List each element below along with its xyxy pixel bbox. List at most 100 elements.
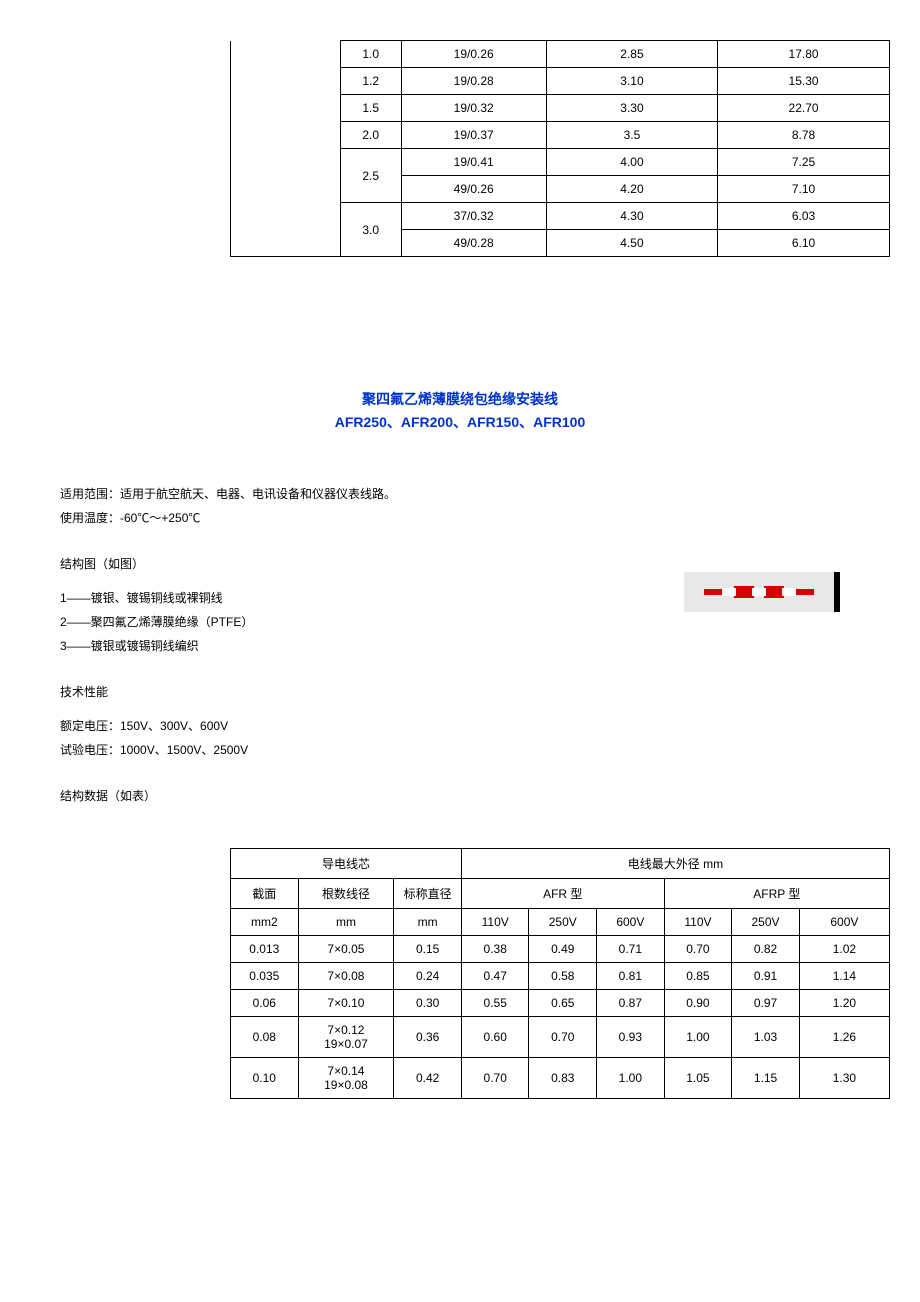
- afr-600v: 600V: [597, 909, 665, 936]
- table-cell: 2.85: [546, 41, 717, 68]
- cell-strand: 7×0.08: [298, 963, 394, 990]
- table-cell: 3.10: [546, 68, 717, 95]
- table-cell: 3.30: [546, 95, 717, 122]
- cell-a110: 0.38: [461, 936, 529, 963]
- cell-a110: 0.55: [461, 990, 529, 1017]
- cell-sec: 0.10: [231, 1058, 299, 1099]
- wire-cross-section-diagram: [684, 572, 840, 612]
- cell-p250: 0.91: [732, 963, 800, 990]
- hdr-strand: 根数线径: [298, 879, 394, 909]
- cell-p600: 1.20: [799, 990, 889, 1017]
- unit-mm2: mm2: [231, 909, 299, 936]
- cell-p600: 1.02: [799, 936, 889, 963]
- cell-nom: 0.15: [394, 936, 462, 963]
- table-cell: 19/0.37: [401, 122, 546, 149]
- cell-a600: 0.81: [597, 963, 665, 990]
- table-cell: 19/0.26: [401, 41, 546, 68]
- table-cell: 3.5: [546, 122, 717, 149]
- cell-sec: 0.06: [231, 990, 299, 1017]
- cell-p600: 1.14: [799, 963, 889, 990]
- afr-250v: 250V: [529, 909, 597, 936]
- cell-p250: 0.82: [732, 936, 800, 963]
- afrp-250v: 250V: [732, 909, 800, 936]
- afrp-110v: 110V: [664, 909, 732, 936]
- cell-a250: 0.83: [529, 1058, 597, 1099]
- cell-a600: 0.87: [597, 990, 665, 1017]
- table-cell: 4.20: [546, 176, 717, 203]
- cell-a250: 0.58: [529, 963, 597, 990]
- table-row: 0.06 7×0.10 0.30 0.55 0.65 0.87 0.90 0.9…: [231, 990, 890, 1017]
- cell-strand: 7×0.10: [298, 990, 394, 1017]
- table-cell: 2.0: [340, 122, 401, 149]
- cell-a250: 0.70: [529, 1017, 597, 1058]
- hdr-afrp: AFRP 型: [664, 879, 889, 909]
- afrp-600v: 600V: [799, 909, 889, 936]
- cell-p250: 1.15: [732, 1058, 800, 1099]
- hdr-outer: 电线最大外径 mm: [461, 849, 889, 879]
- table-cell: 8.78: [718, 122, 890, 149]
- cell-a250: 0.49: [529, 936, 597, 963]
- wire-diagram-icon: [704, 582, 814, 602]
- rated-voltage-text: 额定电压：150V、300V、600V: [60, 714, 890, 738]
- table-row: 0.08 7×0.12 19×0.07 0.36 0.60 0.70 0.93 …: [231, 1017, 890, 1058]
- cell-a250: 0.65: [529, 990, 597, 1017]
- table-cell: 19/0.41: [401, 149, 546, 176]
- table-row: 0.035 7×0.08 0.24 0.47 0.58 0.81 0.85 0.…: [231, 963, 890, 990]
- intro-block: 适用范围：适用于航空航天、电器、电讯设备和仪器仪表线路。 使用温度：-60℃～+…: [60, 482, 890, 530]
- cell-sec: 0.035: [231, 963, 299, 990]
- table-row: 0.013 7×0.05 0.15 0.38 0.49 0.71 0.70 0.…: [231, 936, 890, 963]
- scope-text: 适用范围：适用于航空航天、电器、电讯设备和仪器仪表线路。: [60, 482, 890, 506]
- cell-p110: 1.05: [664, 1058, 732, 1099]
- cell-sec: 0.013: [231, 936, 299, 963]
- cell-a110: 0.60: [461, 1017, 529, 1058]
- structure-block: 结构图（如图） 1——镀银、镀锡铜线或裸铜线 2——聚四氟乙烯薄膜绝缘（PTFE…: [60, 552, 890, 658]
- data-table-heading-block: 结构数据（如表）: [60, 784, 890, 808]
- structure-item-3: 3——镀银或镀锡铜线编织: [60, 634, 890, 658]
- cell-p600: 1.30: [799, 1058, 889, 1099]
- product-title-cn: 聚四氟乙烯薄膜绕包绝缘安装线: [30, 387, 890, 412]
- afr-110v: 110V: [461, 909, 529, 936]
- cell-nom: 0.30: [394, 990, 462, 1017]
- table-cell: 1.5: [340, 95, 401, 122]
- cell-p110: 1.00: [664, 1017, 732, 1058]
- table-cell: 15.30: [718, 68, 890, 95]
- cell-p250: 0.97: [732, 990, 800, 1017]
- top-spec-table: 1.0 19/0.26 2.85 17.80 1.2 19/0.28 3.10 …: [230, 40, 890, 257]
- cell-sec: 0.08: [231, 1017, 299, 1058]
- cell-a600: 0.71: [597, 936, 665, 963]
- product-title-models: AFR250、AFR200、AFR150、AFR100: [30, 412, 890, 432]
- cell-p110: 0.85: [664, 963, 732, 990]
- table-cell: 3.0: [340, 203, 401, 257]
- hdr-core: 导电线芯: [231, 849, 462, 879]
- structure-data-table: 导电线芯 电线最大外径 mm 截面 根数线径 标称直径 AFR 型 AFRP 型…: [230, 848, 890, 1099]
- cell-p600: 1.26: [799, 1017, 889, 1058]
- cell-a110: 0.70: [461, 1058, 529, 1099]
- cell-a600: 1.00: [597, 1058, 665, 1099]
- cell-p110: 0.70: [664, 936, 732, 963]
- hdr-nominal: 标称直径: [394, 879, 462, 909]
- table-cell: 4.00: [546, 149, 717, 176]
- tech-heading: 技术性能: [60, 680, 890, 704]
- table-cell: 7.10: [718, 176, 890, 203]
- table-cell: 19/0.28: [401, 68, 546, 95]
- cell-p110: 0.90: [664, 990, 732, 1017]
- data-table-heading: 结构数据（如表）: [60, 784, 890, 808]
- table-cell: 17.80: [718, 41, 890, 68]
- unit-mm-nom: mm: [394, 909, 462, 936]
- table-cell: 4.30: [546, 203, 717, 230]
- hdr-section: 截面: [231, 879, 299, 909]
- temperature-text: 使用温度：-60℃～+250℃: [60, 506, 890, 530]
- table-row: 0.10 7×0.14 19×0.08 0.42 0.70 0.83 1.00 …: [231, 1058, 890, 1099]
- cell-nom: 0.24: [394, 963, 462, 990]
- table-cell: 1.0: [340, 41, 401, 68]
- cell-p250: 1.03: [732, 1017, 800, 1058]
- table-cell: 19/0.32: [401, 95, 546, 122]
- product-title-block: 聚四氟乙烯薄膜绕包绝缘安装线 AFR250、AFR200、AFR150、AFR1…: [30, 387, 890, 432]
- table-cell: 22.70: [718, 95, 890, 122]
- cell-strand: 7×0.14 19×0.08: [298, 1058, 394, 1099]
- cell-nom: 0.36: [394, 1017, 462, 1058]
- hdr-afr: AFR 型: [461, 879, 664, 909]
- table-cell: 4.50: [546, 230, 717, 257]
- cell-strand: 7×0.05: [298, 936, 394, 963]
- table-cell: 7.25: [718, 149, 890, 176]
